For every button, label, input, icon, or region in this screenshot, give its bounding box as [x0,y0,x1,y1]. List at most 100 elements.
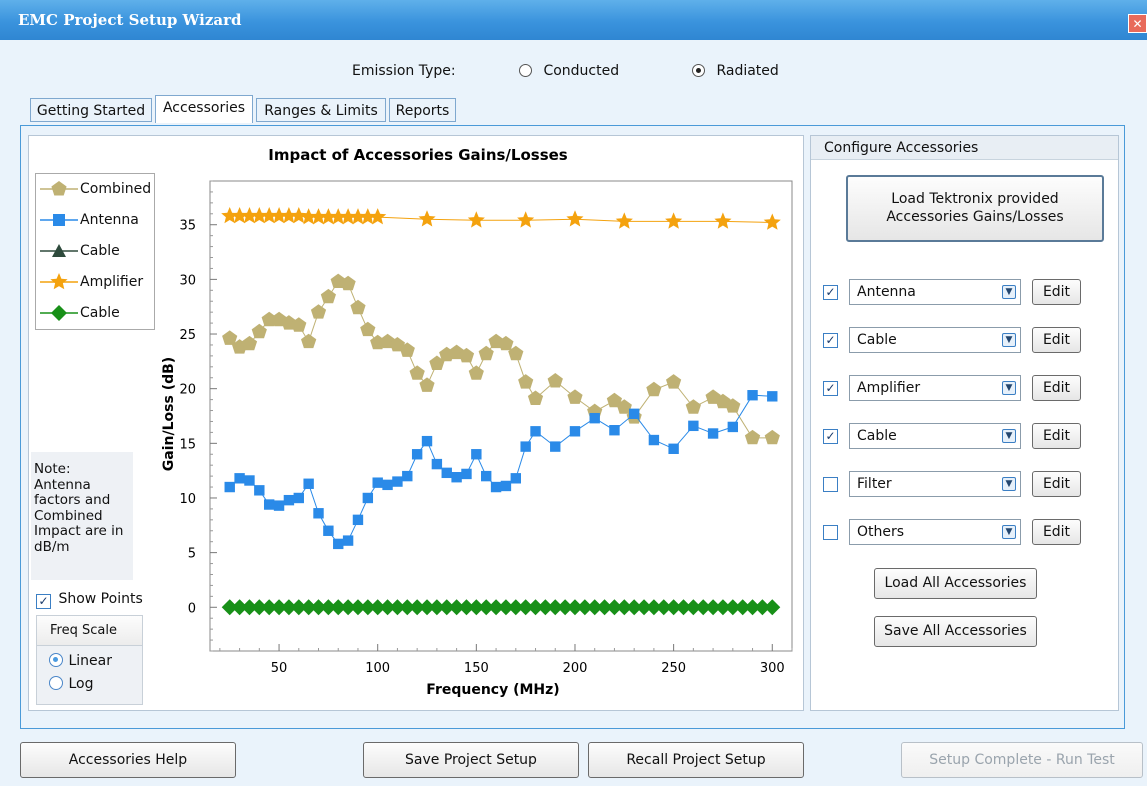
chart-legend: Combined Antenna Cable Amplifier Cable [35,173,155,330]
legend-swatch [40,273,78,290]
chevron-down-icon[interactable]: ▼ [1002,333,1016,347]
data-point [293,492,304,504]
legend-label: Amplifier [80,274,144,290]
accessory-edit-button[interactable]: Edit [1032,423,1081,449]
accessory-edit-button[interactable]: Edit [1032,327,1081,353]
accessory-dropdown[interactable]: Cable ▼ [849,327,1021,353]
recall-project-setup-button[interactable]: Recall Project Setup [588,742,804,778]
data-point [273,500,285,511]
data-point [362,492,374,504]
accessory-checkbox[interactable] [823,525,838,540]
data-point [224,481,235,493]
accessory-checkbox[interactable] [823,477,838,492]
legend-item: Cable [36,303,154,323]
accessory-edit-button[interactable]: Edit [1032,375,1081,401]
chevron-down-icon[interactable]: ▼ [1002,285,1016,299]
data-point [471,449,482,460]
accessory-dropdown[interactable]: Filter ▼ [849,471,1021,497]
data-point [352,514,364,526]
data-point [392,476,403,487]
y-axis-label: Gain/Loss (dB) [161,357,177,471]
data-point [500,480,512,492]
data-point [609,425,620,436]
data-point [550,441,561,452]
legend-swatch [40,214,78,226]
data-point [530,426,541,437]
load-all-accessories-button[interactable]: Load All Accessories [874,568,1037,599]
save-project-setup-button[interactable]: Save Project Setup [363,742,579,778]
data-point [628,408,640,420]
legend-label: Cable [80,243,120,259]
chevron-down-icon[interactable]: ▼ [1002,429,1016,443]
accessory-checkbox[interactable]: ✓ [823,429,838,444]
y-tick-label: 30 [179,273,196,288]
accessory-dropdown-value: Cable [857,332,897,348]
accessory-edit-button[interactable]: Edit [1032,519,1081,545]
chart-title: Impact of Accessories Gains/Losses [268,146,568,164]
radio-log-label: Log [68,676,94,692]
data-point [461,468,472,480]
save-all-accessories-button[interactable]: Save All Accessories [874,616,1037,647]
data-point [323,525,334,536]
configure-accessories-title: Configure Accessories [811,136,1118,160]
radio-log[interactable]: Log [49,676,93,692]
data-point [283,494,295,506]
data-point [411,449,423,460]
x-tick-label: 200 [563,661,588,676]
chevron-down-icon[interactable]: ▼ [1002,381,1016,395]
accessory-dropdown-value: Amplifier [857,380,921,396]
data-point [707,428,719,439]
x-tick-label: 100 [365,661,390,676]
y-tick-label: 15 [179,437,196,452]
accessory-dropdown[interactable]: Amplifier ▼ [849,375,1021,401]
accessory-checkbox[interactable]: ✓ [823,285,838,300]
x-axis-label: Frequency (MHz) [426,682,559,698]
legend-item: Antenna [36,210,154,230]
legend-swatch [40,305,78,321]
accessory-edit-button[interactable]: Edit [1032,279,1081,305]
accessory-checkbox[interactable]: ✓ [823,333,838,348]
radio-linear-circle[interactable] [49,653,63,667]
accessory-edit-button[interactable]: Edit [1032,471,1081,497]
legend-item: Combined [36,179,154,199]
y-tick-label: 20 [179,383,196,398]
data-point [382,479,393,491]
freq-scale-title: Freq Scale [37,616,142,646]
units-note-text: Note: Antenna factors and Combined Impac… [34,461,124,555]
accessory-dropdown[interactable]: Antenna ▼ [849,279,1021,305]
legend-swatch [40,181,78,196]
chevron-down-icon[interactable]: ▼ [1002,525,1016,539]
legend-label: Cable [80,305,120,321]
legend-marker [53,214,65,226]
data-point [589,412,600,424]
y-tick-label: 10 [179,492,196,507]
load-tektronix-accessories-button[interactable]: Load Tektronix provided Accessories Gain… [846,175,1104,242]
data-point [481,470,492,482]
accessory-dropdown[interactable]: Others ▼ [849,519,1021,545]
data-point [303,478,314,489]
show-points-checkbox[interactable]: ✓ Show Points [36,591,143,609]
data-point [342,535,354,546]
chevron-down-icon[interactable]: ▼ [1002,477,1016,491]
legend-label: Antenna [80,212,139,228]
accessory-dropdown[interactable]: Cable ▼ [849,423,1021,449]
legend-label: Combined [80,181,152,197]
radio-log-circle[interactable] [49,676,63,690]
accessory-checkbox[interactable]: ✓ [823,381,838,396]
data-point [263,499,275,510]
show-points-label: Show Points [58,591,143,607]
data-point [234,473,245,484]
legend-marker [51,305,67,321]
radio-linear[interactable]: Linear [49,653,112,669]
data-point [688,420,699,432]
data-point [254,485,265,496]
y-tick-label: 5 [188,547,196,562]
show-points-check-icon[interactable]: ✓ [36,594,51,609]
data-point [441,467,452,479]
accessories-help-button[interactable]: Accessories Help [20,742,236,778]
data-point [490,481,502,493]
legend-marker-shape [50,273,68,290]
data-point [569,426,581,437]
data-point [333,538,344,550]
data-point [727,421,739,433]
